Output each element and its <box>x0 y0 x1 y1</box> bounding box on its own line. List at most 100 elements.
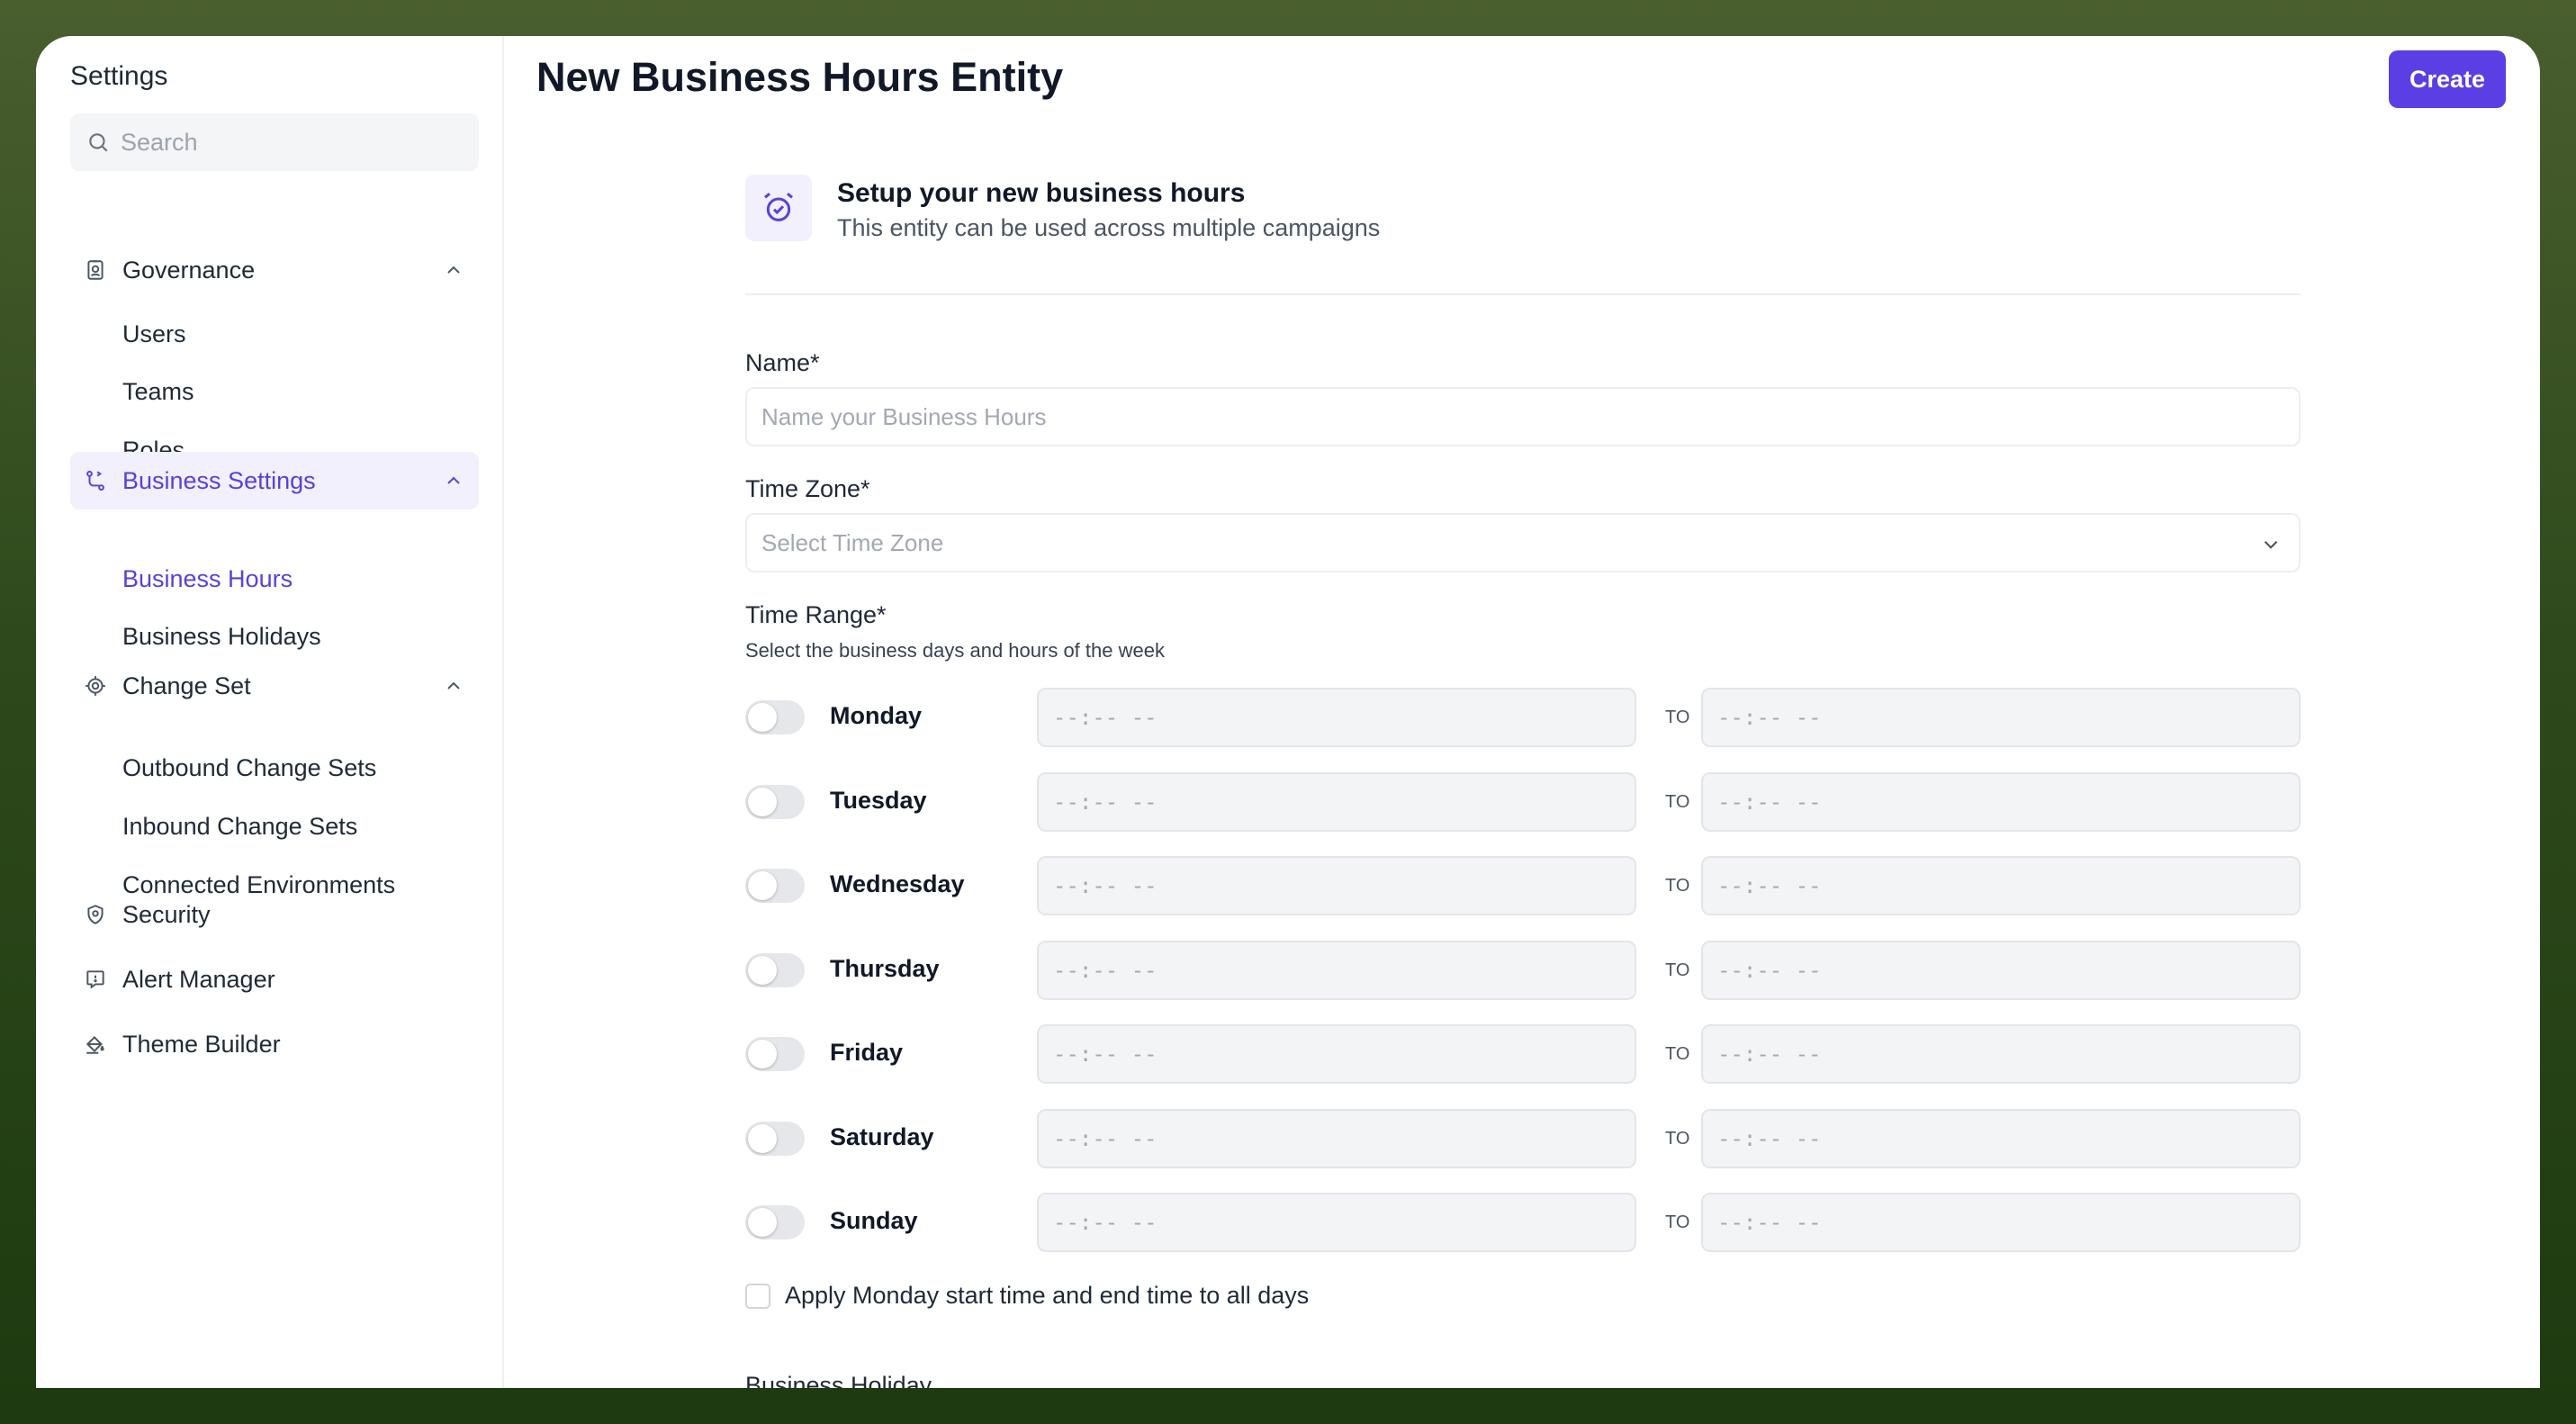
day-toggle[interactable] <box>745 1205 805 1239</box>
alarm-clock-icon <box>745 175 812 241</box>
search-icon <box>89 133 108 152</box>
sidebar-group-label: Change Set <box>122 671 251 699</box>
day-name: Tuesday <box>830 787 927 814</box>
sidebar-item-label: Security <box>122 900 211 928</box>
sidebar-group-governance[interactable]: Governance <box>70 241 479 299</box>
main-content: New Business Hours Entity Create Setup y… <box>504 36 2540 1388</box>
chevron-up-icon[interactable] <box>443 675 464 697</box>
route-icon <box>83 468 108 493</box>
timezone-placeholder: Select Time Zone <box>761 528 944 556</box>
day-row-monday: Monday TO <box>745 688 2301 747</box>
to-label: TO <box>1665 707 1690 727</box>
day-toggle[interactable] <box>745 953 805 987</box>
day-toggle[interactable] <box>745 869 805 903</box>
sidebar-item-business-holidays[interactable]: Business Holidays <box>122 623 321 651</box>
target-icon <box>83 673 108 698</box>
shield-icon <box>83 902 108 927</box>
start-time-input[interactable] <box>1037 1193 1636 1252</box>
toggle-knob <box>748 1124 777 1153</box>
sidebar-group-label: Governance <box>122 256 256 284</box>
chevron-up-icon[interactable] <box>443 470 464 491</box>
end-time-input[interactable] <box>1701 688 2301 747</box>
apply-all-label[interactable]: Apply Monday start time and end time to … <box>785 1282 1309 1310</box>
start-time-input[interactable] <box>1037 1109 1636 1168</box>
sidebar-group-label: Business Settings <box>122 466 316 494</box>
end-time-input[interactable] <box>1701 856 2301 915</box>
end-time-input[interactable] <box>1701 1109 2301 1168</box>
day-row-friday: Friday TO <box>745 1024 2301 1084</box>
day-name: Friday <box>830 1039 904 1066</box>
setup-title: Setup your new business hours <box>837 178 1246 208</box>
create-button[interactable]: Create <box>2389 50 2506 108</box>
timezone-label: Time Zone* <box>745 475 870 502</box>
sidebar-title: Settings <box>70 61 168 91</box>
timezone-select[interactable]: Select Time Zone <box>745 513 2301 572</box>
id-badge-icon <box>83 257 108 283</box>
setup-subtitle: This entity can be used across multiple … <box>837 214 1381 241</box>
start-time-input[interactable] <box>1037 1024 1636 1084</box>
to-label: TO <box>1665 876 1690 896</box>
day-toggle[interactable] <box>745 785 805 819</box>
sidebar-item-users[interactable]: Users <box>122 320 186 348</box>
day-toggle[interactable] <box>745 1037 805 1071</box>
to-label: TO <box>1665 1212 1690 1232</box>
chevron-up-icon[interactable] <box>443 259 464 281</box>
to-label: TO <box>1665 1044 1690 1064</box>
start-time-input[interactable] <box>1037 688 1636 747</box>
day-name: Monday <box>830 702 923 729</box>
to-label: TO <box>1665 960 1690 980</box>
sidebar-item-alert-manager[interactable]: Alert Manager <box>70 951 479 1008</box>
time-range-label: Time Range* <box>745 601 887 628</box>
search-input[interactable] <box>121 128 463 157</box>
start-time-input[interactable] <box>1037 772 1636 832</box>
sidebar-item-label: Theme Builder <box>122 1030 281 1058</box>
sidebar-item-label: Alert Manager <box>122 965 275 993</box>
day-name: Wednesday <box>830 870 965 897</box>
business-hours-form: Setup your new business hours This entit… <box>745 175 2301 1388</box>
sidebar-item-security[interactable]: Security <box>70 886 479 943</box>
day-row-saturday: Saturday TO <box>745 1109 2301 1168</box>
day-row-sunday: Sunday TO <box>745 1193 2301 1252</box>
toggle-knob <box>748 1208 777 1237</box>
to-label: TO <box>1665 1129 1690 1149</box>
day-row-wednesday: Wednesday TO <box>745 856 2301 915</box>
day-name: Sunday <box>830 1207 918 1234</box>
apply-all-row: Apply Monday start time and end time to … <box>745 1282 1309 1310</box>
toggle-knob <box>748 703 777 732</box>
sidebar-group-change-set[interactable]: Change Set <box>70 657 479 715</box>
day-toggle[interactable] <box>745 1122 805 1156</box>
business-holiday-label: Business Holiday <box>745 1372 932 1388</box>
day-name: Saturday <box>830 1123 934 1150</box>
day-row-thursday: Thursday TO <box>745 941 2301 1000</box>
end-time-input[interactable] <box>1701 772 2301 832</box>
alert-message-icon <box>83 967 108 992</box>
sidebar-item-business-hours[interactable]: Business Hours <box>122 565 293 593</box>
setup-header: Setup your new business hours This entit… <box>745 175 2301 295</box>
chevron-down-icon <box>2264 540 2278 549</box>
name-label: Name* <box>745 349 820 376</box>
end-time-input[interactable] <box>1701 941 2301 1000</box>
to-label: TO <box>1665 792 1690 812</box>
page-title: New Business Hours Entity <box>536 54 1064 100</box>
sidebar-item-teams[interactable]: Teams <box>122 378 194 406</box>
name-field[interactable] <box>745 387 2301 446</box>
start-time-input[interactable] <box>1037 856 1636 915</box>
sidebar: Settings Governance Users Teams Roles Bu… <box>36 36 504 1388</box>
toggle-knob <box>748 871 777 900</box>
day-row-tuesday: Tuesday TO <box>745 772 2301 832</box>
time-range-hint: Select the business days and hours of th… <box>745 639 1165 662</box>
sidebar-group-business-settings[interactable]: Business Settings <box>70 452 479 509</box>
sidebar-item-inbound-change-sets[interactable]: Inbound Change Sets <box>122 813 357 841</box>
day-toggle[interactable] <box>745 700 805 735</box>
start-time-input[interactable] <box>1037 941 1636 1000</box>
sidebar-item-outbound-change-sets[interactable]: Outbound Change Sets <box>122 754 376 782</box>
apply-all-checkbox[interactable] <box>745 1283 770 1309</box>
sidebar-item-theme-builder[interactable]: Theme Builder <box>70 1015 479 1073</box>
end-time-input[interactable] <box>1701 1193 2301 1252</box>
toggle-knob <box>748 956 777 985</box>
app-window: Settings Governance Users Teams Roles Bu… <box>36 36 2540 1388</box>
sidebar-search[interactable] <box>70 113 479 171</box>
day-name: Thursday <box>830 955 940 982</box>
toggle-knob <box>748 1040 777 1068</box>
end-time-input[interactable] <box>1701 1024 2301 1084</box>
